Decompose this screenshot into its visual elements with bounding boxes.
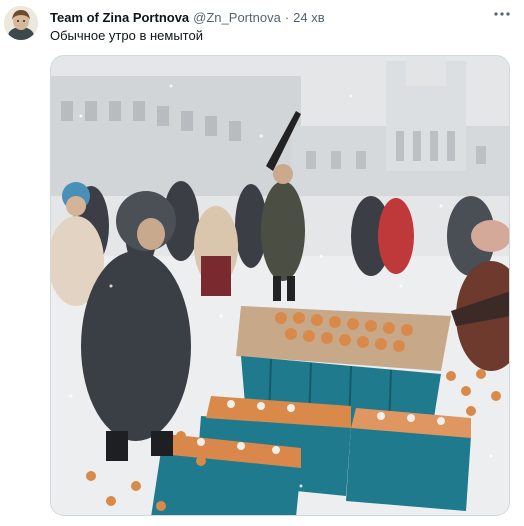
more-options-button[interactable]	[492, 4, 512, 24]
tweet-text: Обычное утро в немытой	[50, 28, 203, 43]
header-separator: ·	[284, 9, 290, 25]
avatar[interactable]	[4, 6, 38, 40]
photo-illustration	[51, 56, 509, 515]
more-horizontal-icon	[494, 12, 510, 16]
tweet-photo[interactable]	[50, 55, 510, 516]
tweet-timestamp[interactable]: 24 хв	[293, 10, 324, 25]
avatar-portrait-icon	[4, 6, 38, 40]
author-handle[interactable]: @Zn_Portnova	[193, 10, 281, 25]
tweet-header: Team of Zina Portnova @Zn_Portnova · 24 …	[50, 8, 494, 26]
author-display-name[interactable]: Team of Zina Portnova	[50, 10, 189, 25]
tweet[interactable]: Team of Zina Portnova @Zn_Portnova · 24 …	[0, 0, 524, 526]
